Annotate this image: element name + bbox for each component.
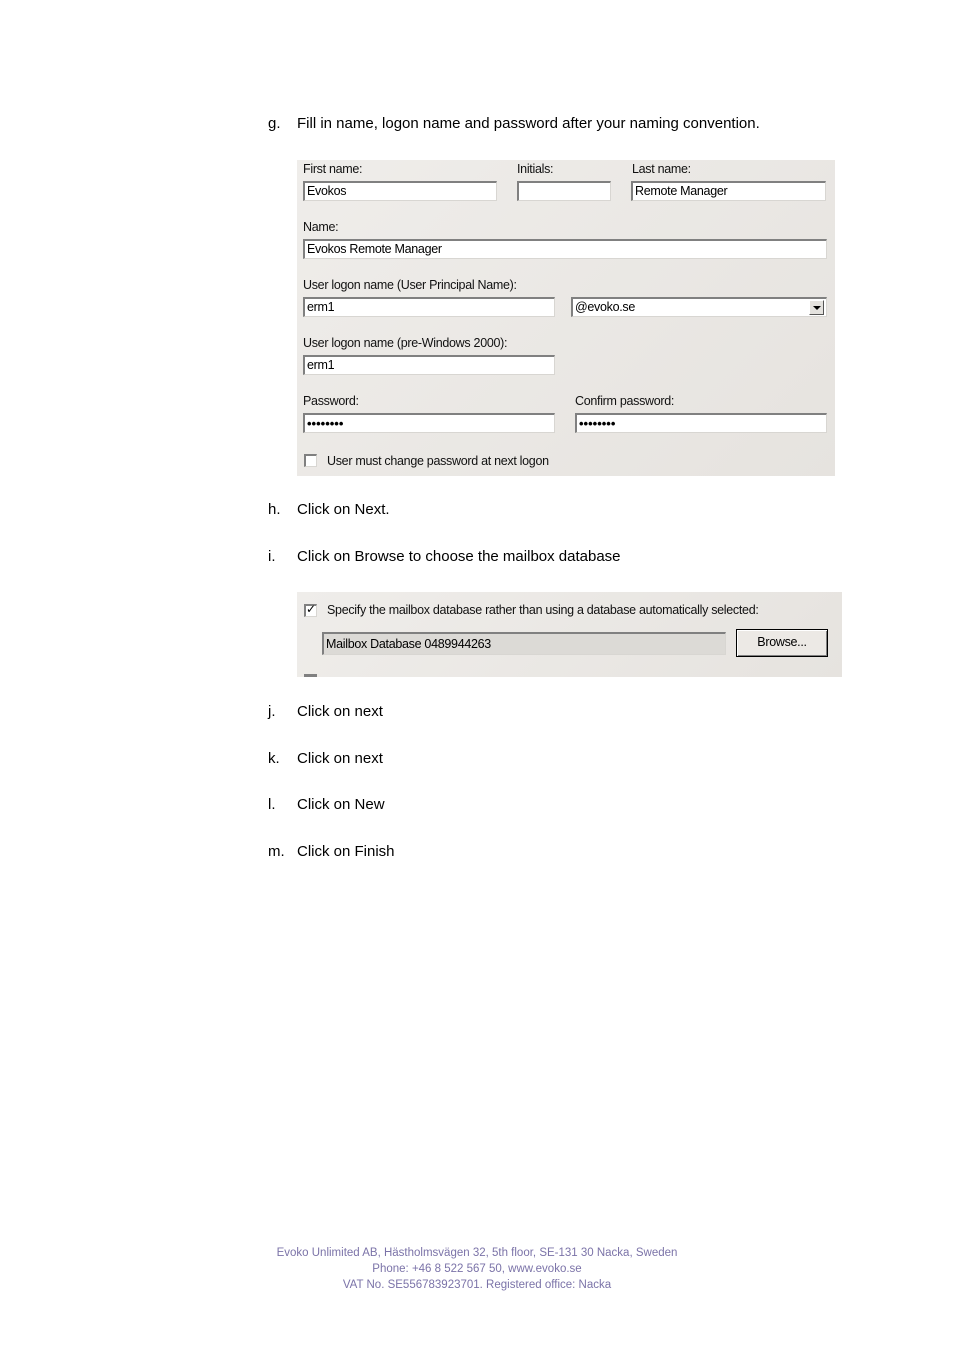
upn-domain-select[interactable]: @evoko.se bbox=[571, 297, 827, 317]
step-letter: h. bbox=[268, 501, 281, 518]
upn-label: User logon name (User Principal Name): bbox=[303, 278, 517, 292]
step-text: Click on Browse to choose the mailbox da… bbox=[297, 548, 621, 565]
mailbox-database-screenshot: ✓ Specify the mailbox database rather th… bbox=[297, 592, 842, 677]
last-name-label: Last name: bbox=[632, 162, 691, 176]
footer-address: Evoko Unlimited AB, Hästholmsvägen 32, 5… bbox=[276, 1247, 678, 1259]
footer-vat: VAT No. SE556783923701. Registered offic… bbox=[342, 1279, 612, 1291]
step-letter: i. bbox=[268, 548, 276, 565]
initials-field[interactable] bbox=[517, 181, 611, 201]
upn-logon-field[interactable]: erm1 bbox=[303, 297, 555, 317]
partial-checkbox bbox=[304, 674, 317, 677]
password-label: Password: bbox=[303, 394, 359, 408]
checkmark-icon: ✓ bbox=[306, 602, 317, 616]
first-name-label: First name: bbox=[303, 162, 363, 176]
first-name-field[interactable]: Evokos bbox=[303, 181, 497, 201]
password-field[interactable]: •••••••• bbox=[303, 413, 555, 433]
name-label: Name: bbox=[303, 220, 339, 234]
step-letter: l. bbox=[268, 796, 276, 813]
pre2000-label: User logon name (pre-Windows 2000): bbox=[303, 336, 508, 350]
step-letter: g. bbox=[268, 115, 281, 132]
step-text: Click on Next. bbox=[297, 501, 390, 518]
step-text: Click on next bbox=[297, 703, 383, 720]
mailbox-database-field: Mailbox Database 0489944263 bbox=[322, 632, 726, 655]
step-text: Click on next bbox=[297, 750, 383, 767]
initials-label: Initials: bbox=[517, 162, 554, 176]
browse-button[interactable]: Browse... bbox=[736, 629, 828, 657]
confirm-password-field[interactable]: •••••••• bbox=[575, 413, 827, 433]
new-user-form-screenshot: First name: Evokos Initials: Last name: … bbox=[297, 160, 835, 476]
specify-database-label: Specify the mailbox database rather than… bbox=[327, 603, 759, 617]
last-name-field[interactable]: Remote Manager bbox=[631, 181, 826, 201]
footer-contact: Phone: +46 8 522 567 50, www.evoko.se bbox=[372, 1263, 582, 1275]
step-text: Fill in name, logon name and password af… bbox=[297, 115, 760, 132]
step-letter: m. bbox=[268, 843, 285, 860]
step-text: Click on New bbox=[297, 796, 385, 813]
step-letter: k. bbox=[268, 750, 280, 767]
chevron-down-icon[interactable] bbox=[809, 300, 824, 315]
must-change-password-label: User must change password at next logon bbox=[327, 454, 549, 468]
step-text: Click on Finish bbox=[297, 843, 395, 860]
upn-domain-value: @evoko.se bbox=[575, 300, 636, 314]
step-letter: j. bbox=[268, 703, 276, 720]
pre2000-logon-field[interactable]: erm1 bbox=[303, 355, 555, 375]
full-name-field[interactable]: Evokos Remote Manager bbox=[303, 239, 827, 259]
must-change-password-checkbox[interactable] bbox=[304, 454, 317, 467]
specify-database-checkbox[interactable]: ✓ bbox=[304, 602, 317, 617]
confirm-password-label: Confirm password: bbox=[575, 394, 675, 408]
